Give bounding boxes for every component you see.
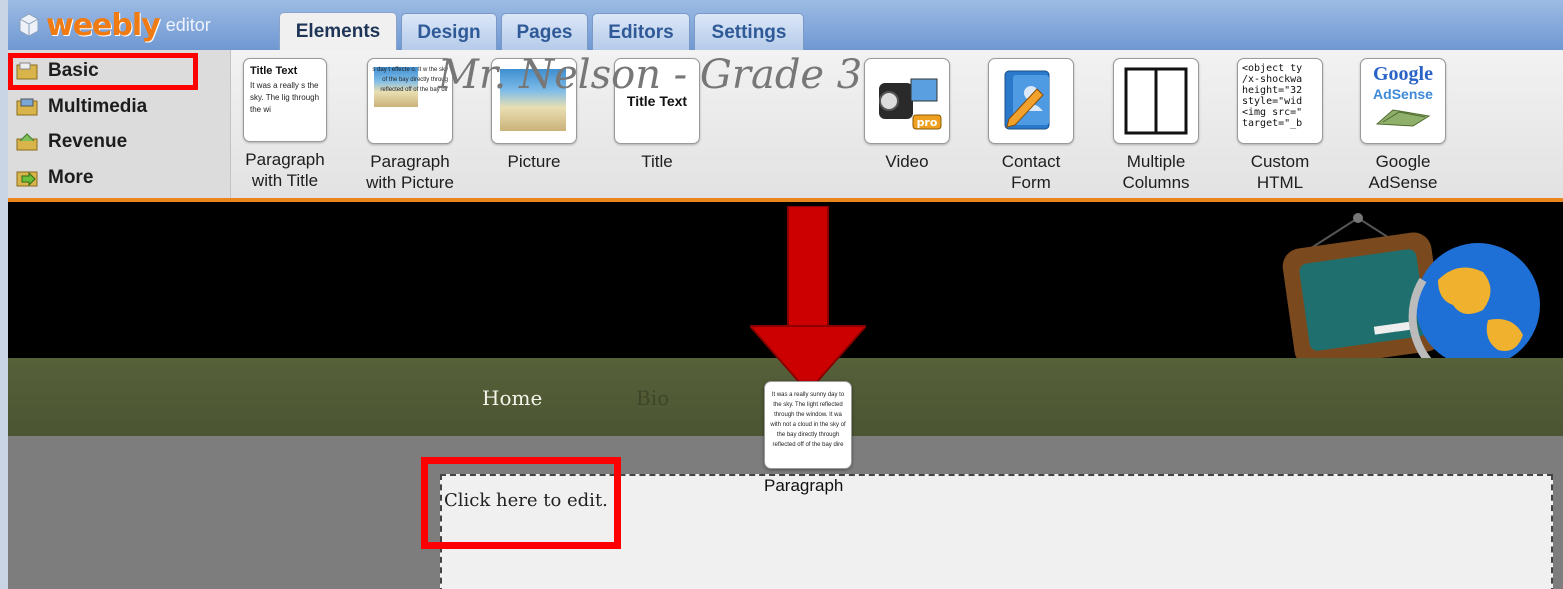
element-label: Google xyxy=(1375,152,1431,171)
element-multiple-columns[interactable]: Multiple Columns xyxy=(1101,58,1211,193)
category-list: Basic Multimedia Revenue More xyxy=(8,50,231,198)
element-video[interactable]: pro Video xyxy=(852,58,962,172)
element-label: HTML xyxy=(1256,173,1304,192)
nav-home[interactable]: Home xyxy=(482,386,542,410)
weebly-logo: weebly editor xyxy=(18,6,211,44)
dragged-paragraph-thumb[interactable]: It was a really sunny day to the sky. Th… xyxy=(764,381,852,469)
tab-elements[interactable]: Elements xyxy=(279,12,397,51)
tab-pages[interactable]: Pages xyxy=(501,13,588,50)
tab-settings[interactable]: Settings xyxy=(694,13,804,50)
paragraph-with-title-icon: Title Text It was a really s the sky. Th… xyxy=(243,58,327,142)
category-label: Multimedia xyxy=(48,96,148,117)
custom-html-icon: <object ty /x-shockwa height="32 style="… xyxy=(1237,58,1323,144)
element-label: Paragraph xyxy=(370,152,450,171)
category-label: More xyxy=(48,167,94,188)
html-code-snippet: <object ty /x-shockwa height="32 style="… xyxy=(1242,63,1303,129)
category-label: Revenue xyxy=(48,131,128,152)
video-camera-graphic: pro xyxy=(879,78,942,130)
element-label: with Title xyxy=(251,171,319,190)
weebly-cube-icon xyxy=(19,13,39,37)
brand-subtitle: editor xyxy=(165,14,211,35)
element-label: Title xyxy=(641,152,673,171)
element-label: Video xyxy=(885,152,929,171)
revenue-icon xyxy=(16,133,38,151)
thumb-text: It was a really sunny day to the sky. Th… xyxy=(770,392,846,448)
element-paragraph-with-title[interactable]: Title Text It was a really s the sky. Th… xyxy=(230,58,340,191)
element-contact-form[interactable]: Contact Form xyxy=(976,58,1086,193)
contact-form-icon xyxy=(988,58,1074,144)
element-label: Custom xyxy=(1250,152,1310,171)
multimedia-folder-icon xyxy=(16,98,38,116)
google-adsense-icon: Google AdSense xyxy=(1360,58,1446,144)
category-multimedia[interactable]: Multimedia xyxy=(16,93,147,121)
element-label: Picture xyxy=(507,152,561,171)
basic-highlight-box xyxy=(8,53,198,90)
dragged-element-label: Paragraph xyxy=(764,476,844,495)
element-label: Form xyxy=(1011,173,1051,192)
more-arrow-icon xyxy=(16,171,38,187)
video-camera-icon: pro xyxy=(864,58,950,144)
element-label: Multiple xyxy=(1126,152,1186,171)
element-custom-html[interactable]: <object ty /x-shockwa height="32 style="… xyxy=(1225,58,1335,193)
category-more[interactable]: More xyxy=(16,164,93,192)
drag-down-arrow-icon xyxy=(750,206,866,392)
element-label: with Picture xyxy=(366,173,454,192)
tab-design[interactable]: Design xyxy=(401,13,497,50)
thumb-text: s day t effecte o. It w the sky of the b… xyxy=(372,67,448,93)
element-label: Paragraph xyxy=(245,150,325,169)
click-highlight-box xyxy=(421,457,621,549)
thumb-title: Title Text xyxy=(250,65,298,77)
adsense-logo-text: AdSense xyxy=(1373,86,1433,102)
element-google-adsense[interactable]: Google AdSense Google AdSense xyxy=(1348,58,1458,193)
google-logo-text: Google xyxy=(1373,63,1433,85)
pro-badge: pro xyxy=(917,116,938,129)
thumb-text: It was a really s the sky. The lig throu… xyxy=(250,81,320,114)
multiple-columns-icon xyxy=(1113,58,1199,144)
element-label: AdSense xyxy=(1368,173,1438,192)
category-revenue[interactable]: Revenue xyxy=(16,128,127,156)
editor-window: weebly editor Elements Design Pages Edit… xyxy=(8,0,1563,589)
element-label: Contact xyxy=(1001,152,1061,171)
element-label: Columns xyxy=(1122,173,1190,192)
nav-bio[interactable]: Bio xyxy=(636,386,669,410)
brand-name: weebly xyxy=(46,7,161,43)
site-title[interactable]: Mr. Nelson - Grade 3 xyxy=(438,52,862,98)
tab-editors[interactable]: Editors xyxy=(592,13,690,50)
editor-top-bar: weebly editor Elements Design Pages Edit… xyxy=(8,0,1563,51)
